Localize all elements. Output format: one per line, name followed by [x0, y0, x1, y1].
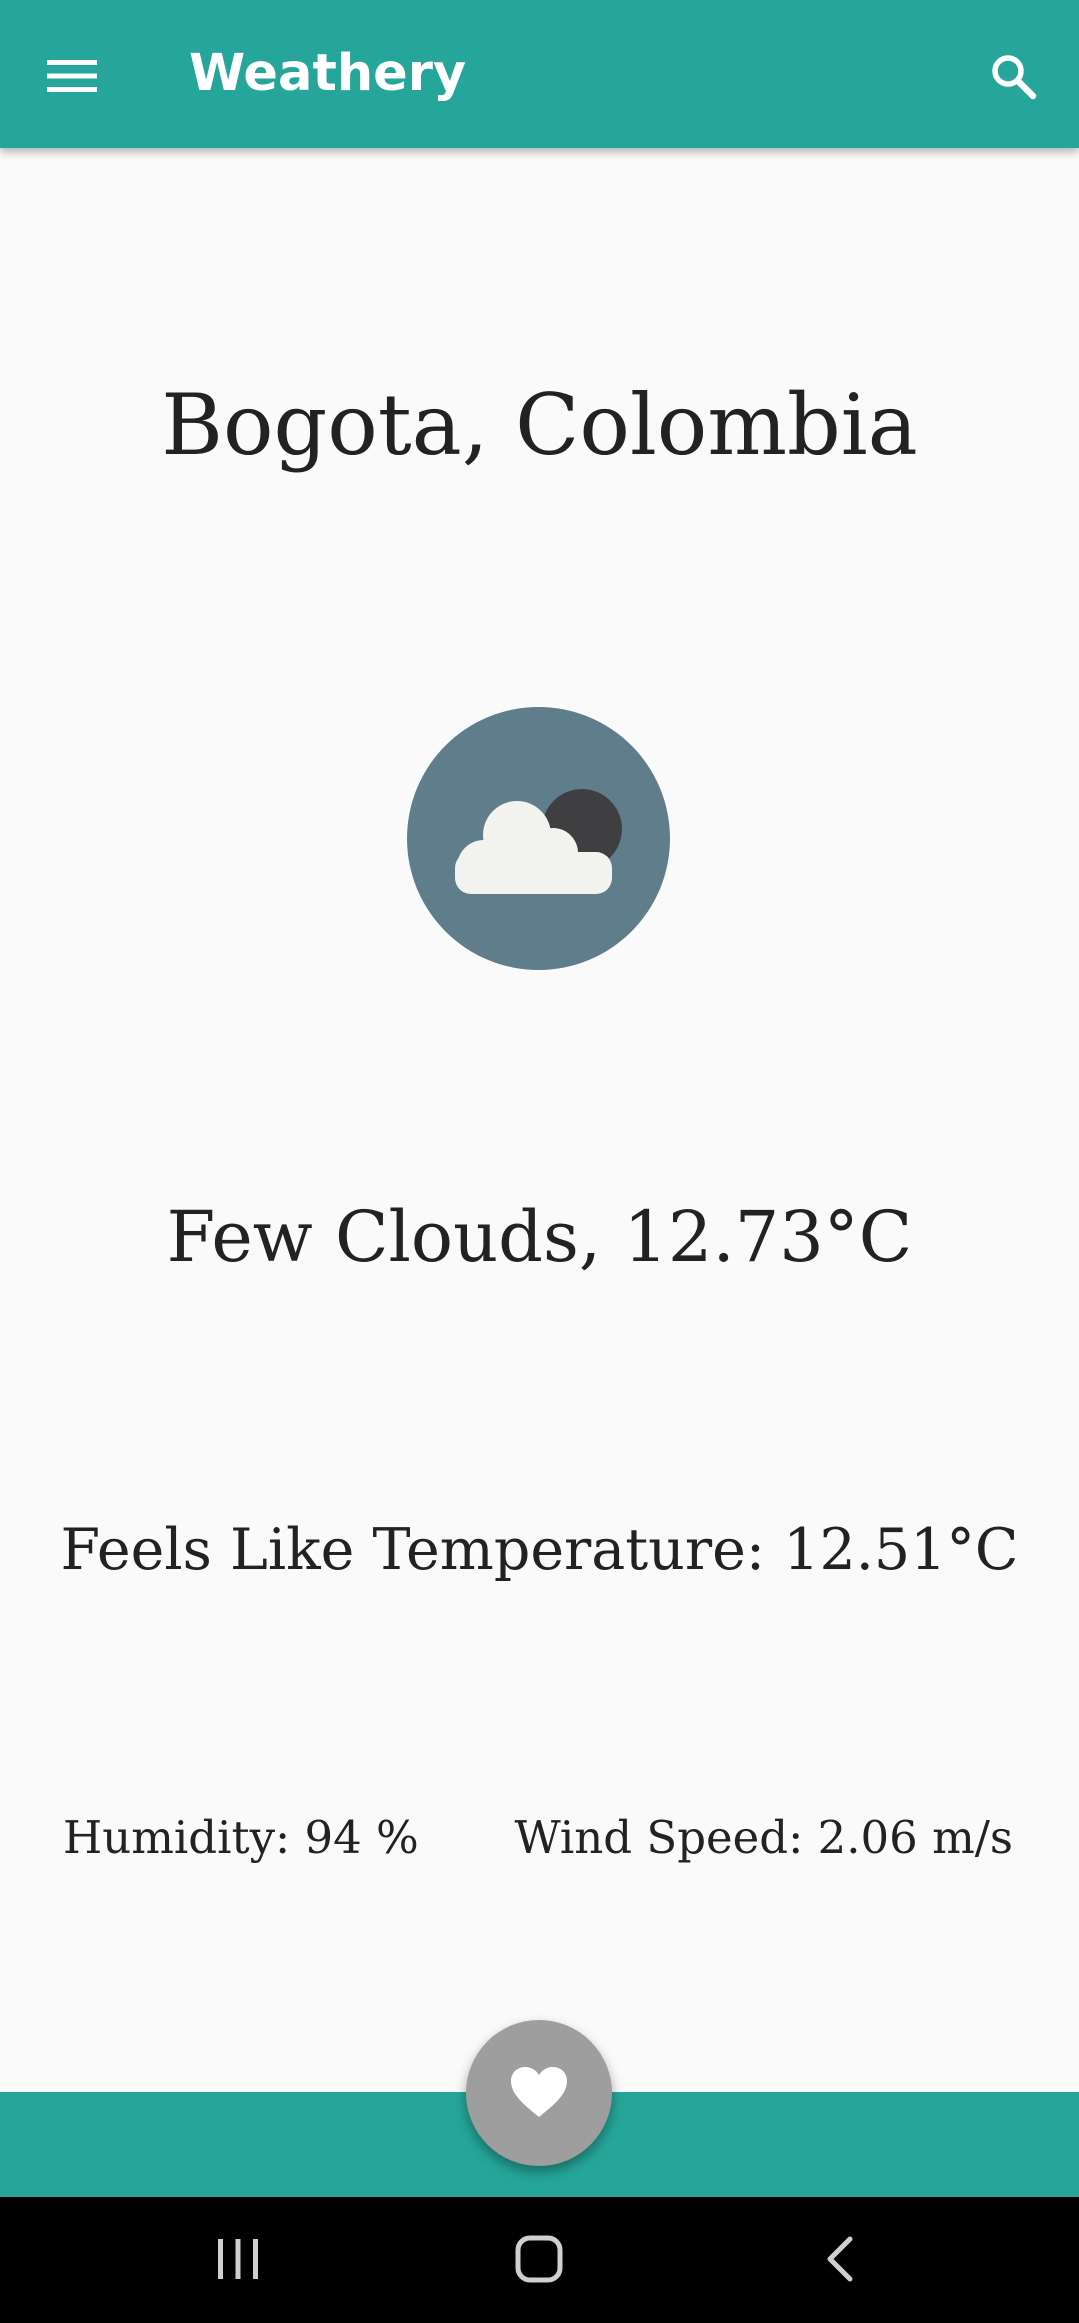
search-button[interactable]	[977, 40, 1049, 112]
home-icon	[515, 2235, 563, 2283]
back-button[interactable]	[790, 2219, 890, 2299]
search-icon	[992, 55, 1037, 100]
few-clouds-night-icon	[455, 789, 622, 894]
home-button[interactable]	[489, 2219, 589, 2299]
weather-condition-text: Few Clouds, 12.73°C	[166, 1196, 913, 1278]
menu-icon	[47, 60, 97, 92]
system-nav-bar	[0, 2197, 1079, 2323]
humidity-text: Humidity: 94 %	[63, 1811, 419, 1864]
menu-button[interactable]	[36, 40, 108, 112]
wind-speed-text: Wind Speed: 2.06 m/s	[514, 1811, 1013, 1864]
favorite-button[interactable]	[466, 2020, 612, 2166]
app-bar: Weathery	[0, 0, 1079, 148]
recent-apps-icon	[218, 2239, 258, 2279]
feels-like-text: Feels Like Temperature: 12.51°C	[60, 1517, 1019, 1583]
location-title: Bogota, Colombia	[161, 376, 918, 474]
app-title: Weathery	[189, 44, 467, 103]
back-icon	[827, 2236, 853, 2282]
weather-condition-icon	[407, 707, 670, 970]
recent-apps-button[interactable]	[188, 2219, 288, 2299]
heart-icon	[511, 2067, 567, 2117]
